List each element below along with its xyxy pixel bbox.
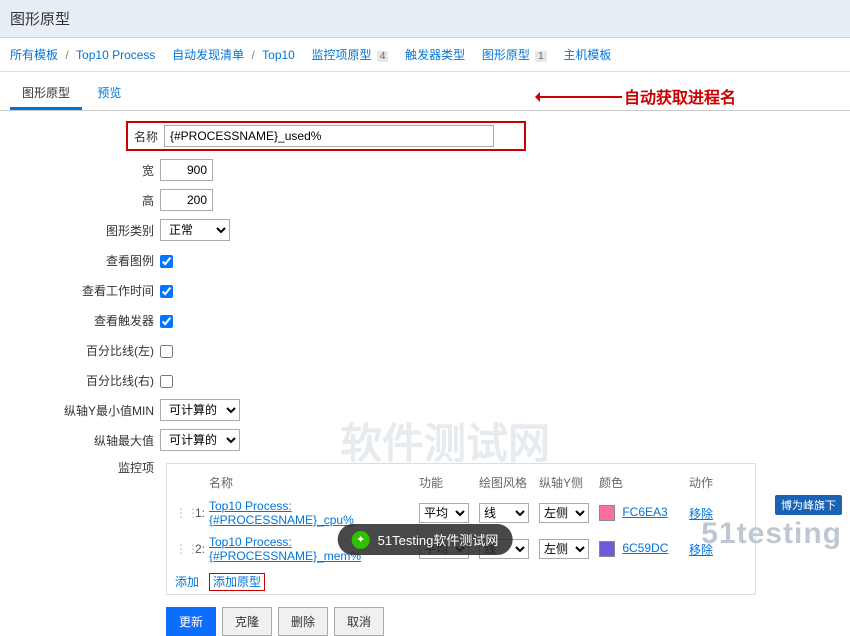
func-select[interactable]: 平均 xyxy=(419,503,469,523)
type-select[interactable]: 正常 xyxy=(160,219,230,241)
watermark-brand: 51testing xyxy=(701,517,842,550)
name-label: 名称 xyxy=(130,128,164,145)
ymax-select[interactable]: 可计算的 xyxy=(160,429,240,451)
button-row: 更新 克隆 删除 取消 xyxy=(166,607,840,636)
type-label: 图形类别 xyxy=(10,222,160,239)
breadcrumb-template[interactable]: Top10 Process xyxy=(76,48,155,62)
height-input[interactable] xyxy=(160,189,213,211)
color-value[interactable]: FC6EA3 xyxy=(622,505,667,519)
ymin-label: 纵轴Y最小值MIN xyxy=(10,402,160,419)
col-action: 动作 xyxy=(689,474,729,491)
item-proto-count: 4 xyxy=(377,51,389,62)
col-yaxis: 纵轴Y侧 xyxy=(539,474,599,491)
legend-label: 查看图例 xyxy=(10,252,160,269)
clone-button[interactable]: 克隆 xyxy=(222,607,272,636)
items-label: 监控项 xyxy=(10,459,160,476)
worktime-label: 查看工作时间 xyxy=(10,282,160,299)
watermark: 博为峰旗下 51testing xyxy=(701,495,842,551)
annotation-text: 自动获取进程名 xyxy=(624,84,736,108)
breadcrumb-discovery-name[interactable]: Top10 xyxy=(262,48,295,62)
row-index: 2: xyxy=(189,542,209,556)
worktime-checkbox[interactable] xyxy=(160,285,173,298)
col-color: 颜色 xyxy=(599,474,689,491)
tab-graph-proto[interactable]: 图形原型 xyxy=(10,78,82,110)
col-func: 功能 xyxy=(419,474,479,491)
item-name-link[interactable]: Top10 Process: {#PROCESSNAME}_cpu% xyxy=(209,499,354,527)
breadcrumb-graph-proto[interactable]: 图形原型 xyxy=(482,48,530,62)
pline-right-checkbox[interactable] xyxy=(160,375,173,388)
breadcrumb-host-proto[interactable]: 主机模板 xyxy=(563,48,611,62)
name-input[interactable] xyxy=(164,125,494,147)
color-swatch[interactable] xyxy=(599,505,615,521)
pline-right-label: 百分比线(右) xyxy=(10,372,160,389)
add-proto-link[interactable]: 添加原型 xyxy=(209,573,265,591)
ymin-select[interactable]: 可计算的 xyxy=(160,399,240,421)
graph-proto-count: 1 xyxy=(535,51,547,62)
items-header: 名称 功能 绘图风格 纵轴Y侧 颜色 动作 xyxy=(175,470,747,495)
page-title: 图形原型 xyxy=(0,0,850,38)
breadcrumb: 所有模板 / Top10 Process 自动发现清单 / Top10 监控项原… xyxy=(0,38,850,72)
breadcrumb-item-proto[interactable]: 监控项原型 xyxy=(312,48,372,62)
breadcrumb-discovery[interactable]: 自动发现清单 xyxy=(172,48,244,62)
cancel-button[interactable]: 取消 xyxy=(334,607,384,636)
delete-button[interactable]: 删除 xyxy=(278,607,328,636)
row-index: 1: xyxy=(189,506,209,520)
breadcrumb-trigger-proto[interactable]: 触发器类型 xyxy=(405,48,465,62)
update-button[interactable]: 更新 xyxy=(166,607,216,636)
yaxis-select[interactable]: 左侧 xyxy=(539,503,589,523)
legend-checkbox[interactable] xyxy=(160,255,173,268)
annotation-arrow-icon xyxy=(538,96,622,98)
watermark-badge: 博为峰旗下 xyxy=(775,495,842,515)
col-name: 名称 xyxy=(209,474,419,491)
ymax-label: 纵轴最大值 xyxy=(10,432,160,449)
draw-select[interactable]: 线 xyxy=(479,503,529,523)
color-swatch[interactable] xyxy=(599,541,615,557)
height-label: 高 xyxy=(10,192,160,209)
pline-left-checkbox[interactable] xyxy=(160,345,173,358)
items-add-links: 添加 添加原型 xyxy=(175,573,747,590)
wechat-icon: ✦ xyxy=(352,531,370,549)
color-value[interactable]: 6C59DC xyxy=(622,541,668,555)
trigger-checkbox[interactable] xyxy=(160,315,173,328)
pline-left-label: 百分比线(左) xyxy=(10,342,160,359)
wechat-label: 51Testing软件测试网 xyxy=(378,530,499,549)
col-draw: 绘图风格 xyxy=(479,474,539,491)
width-input[interactable] xyxy=(160,159,213,181)
width-label: 宽 xyxy=(10,162,160,179)
breadcrumb-all-templates[interactable]: 所有模板 xyxy=(10,48,58,62)
yaxis-select[interactable]: 左侧 xyxy=(539,539,589,559)
wechat-source-bar: ✦ 51Testing软件测试网 xyxy=(338,524,513,555)
tab-preview[interactable]: 预览 xyxy=(85,78,133,110)
add-item-link[interactable]: 添加 xyxy=(175,575,199,589)
trigger-label: 查看触发器 xyxy=(10,312,160,329)
